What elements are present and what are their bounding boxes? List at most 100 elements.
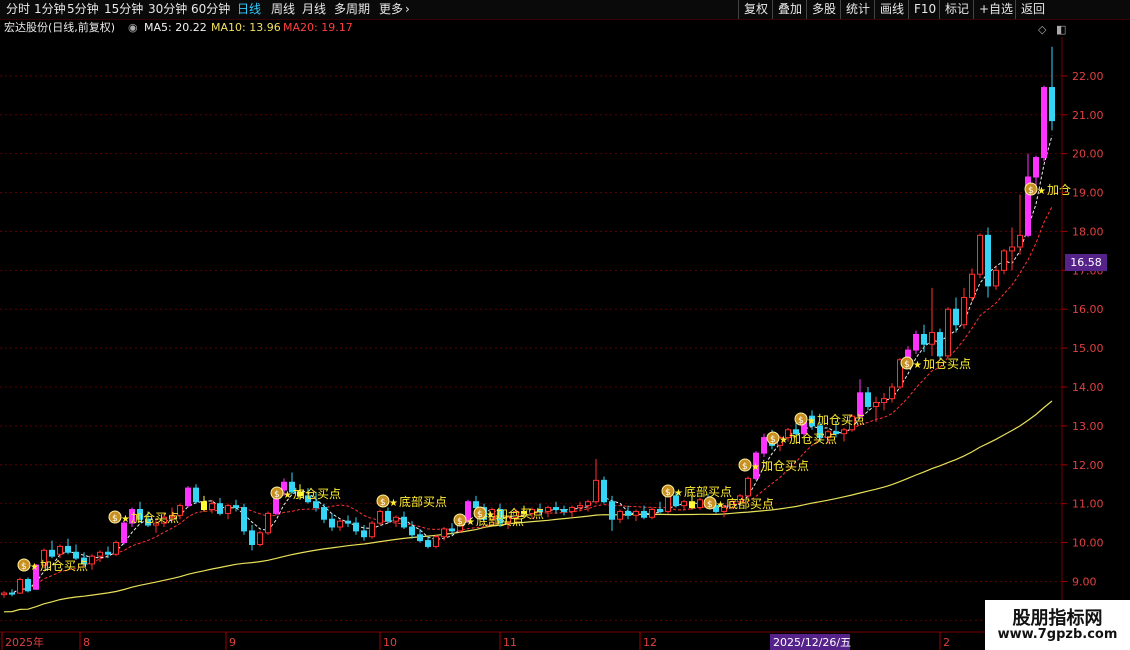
candle-body — [937, 332, 943, 357]
star-icon: ★ — [674, 488, 683, 499]
candle-body — [201, 501, 207, 511]
statistics-button[interactable]: 统计 — [840, 0, 875, 19]
candle-body — [313, 501, 319, 509]
site-logo: 股朋指标网 www.7gpzb.com — [985, 600, 1130, 650]
kline-chart[interactable]: $ ★ 加仓买点$ ★ 加仓买点$ ★ 加仓买点$ ★ 底部买点$ ★ 底部买点$ ★ 加仓买点$ ★ 底部… — [0, 37, 1130, 650]
period-tab-30min[interactable]: 30分钟 — [148, 1, 187, 18]
indicator-info-bar: 宏达股份(日线,前复权) ◉ MA5: 20.22 MA10: 13.96 MA… — [0, 20, 1060, 36]
candle-body — [433, 536, 439, 547]
x-tick-label: 2025年 — [5, 635, 44, 649]
candle-body — [73, 551, 79, 559]
price-grid — [0, 75, 1062, 621]
star-icon: ★ — [389, 498, 398, 509]
settings-circle-icon[interactable]: ◉ — [128, 20, 138, 36]
dollar-glyph: $ — [707, 500, 713, 510]
candle-body — [265, 512, 271, 534]
ma20-label: MA20: 19.17 — [283, 21, 353, 34]
period-tab-5min[interactable]: 5分钟 — [67, 1, 99, 18]
candle-body — [329, 518, 335, 528]
candle-body — [281, 481, 287, 491]
candle-body — [1, 592, 7, 596]
period-tab-15min[interactable]: 15分钟 — [104, 1, 143, 18]
candle-body — [321, 507, 327, 520]
star-icon: ★ — [779, 435, 788, 446]
period-tab-60min[interactable]: 60分钟 — [191, 1, 230, 18]
candle-body — [593, 479, 599, 503]
period-tab-timeshare[interactable]: 分时 — [6, 1, 30, 18]
candle-body — [689, 501, 695, 509]
candle-body — [401, 516, 407, 528]
candle-body — [369, 522, 375, 538]
signal-label: 加仓买点 — [789, 432, 837, 446]
ma-red-line — [3, 206, 1053, 595]
candle-body — [473, 501, 479, 509]
period-tab-1min[interactable]: 1分钟 — [34, 1, 66, 18]
multi-stock-button[interactable]: 多股 — [806, 0, 841, 19]
draw-line-button[interactable]: 画线 — [874, 0, 909, 19]
adjust-button[interactable]: 复权 — [738, 0, 773, 19]
period-toolbar: 分时 1分钟 5分钟 15分钟 30分钟 60分钟 日线 周线 月线 多周期 更… — [0, 0, 1130, 20]
signal-label: 底部买点 — [399, 494, 447, 509]
x-tick-label: 10 — [383, 636, 397, 649]
back-button[interactable]: 返回 — [1015, 0, 1050, 19]
period-tab-daily[interactable]: 日线 — [237, 1, 261, 18]
star-icon: ★ — [121, 514, 130, 525]
period-tab-more[interactable]: 更多 — [379, 1, 403, 18]
signal-label: 加仓买点 — [131, 511, 179, 525]
x-tick-label: 2 — [943, 636, 950, 649]
candle-body — [257, 532, 263, 546]
y-tick-label: 22.00 — [1072, 70, 1104, 83]
y-tick-label: 9.00 — [1072, 575, 1097, 588]
candle-body — [1033, 157, 1039, 178]
candle-body — [241, 507, 247, 532]
x-tick-label: 8 — [83, 636, 90, 649]
y-tick-label: 15.00 — [1072, 342, 1104, 355]
candle-body — [409, 526, 415, 536]
dollar-glyph: $ — [380, 498, 386, 508]
candle-body — [49, 549, 55, 557]
buy-signals: $ ★ 加仓买点$ ★ 加仓买点$ ★ 加仓买点$ ★ 底部买点$ ★ 底部买点$ ★ 加仓买点$ ★ 底部… — [17, 182, 1071, 573]
y-tick-label: 10.00 — [1072, 537, 1104, 550]
candle-body — [633, 510, 639, 516]
star-icon: ★ — [751, 462, 760, 473]
f10-button[interactable]: F10 — [908, 0, 941, 19]
candle-body — [441, 528, 447, 538]
add-watchlist-button[interactable]: +自选 — [973, 0, 1018, 19]
star-icon: ★ — [716, 500, 725, 511]
signal-label: 加仓 — [1047, 183, 1071, 197]
candle-body — [337, 520, 343, 528]
candle-body — [1041, 87, 1047, 159]
candle-body — [657, 509, 663, 512]
candle-body — [225, 505, 231, 514]
period-tab-multi[interactable]: 多周期 — [334, 1, 370, 18]
candle-body — [417, 534, 423, 542]
period-tab-weekly[interactable]: 周线 — [271, 1, 295, 18]
stock-title: 宏达股份(日线,前复权) — [4, 21, 116, 34]
signal-label: 加仓买点 — [496, 507, 544, 521]
candle-body — [881, 398, 887, 404]
cursor-date-label: 2025/12/26/五 — [773, 636, 851, 649]
window-toggle-icon[interactable]: ◧ — [1056, 23, 1066, 36]
candle-body — [393, 516, 399, 522]
candle-body — [1017, 234, 1023, 248]
chevron-right-icon[interactable]: › — [405, 1, 410, 18]
star-icon: ★ — [807, 416, 816, 427]
diamond-icon[interactable]: ◇ — [1038, 23, 1046, 36]
signal-label: 底部买点 — [684, 484, 732, 499]
candle-body — [969, 273, 975, 299]
period-tab-monthly[interactable]: 月线 — [302, 1, 326, 18]
candle-body — [569, 507, 575, 512]
candle-body — [873, 402, 879, 407]
candle-body — [697, 499, 703, 509]
mark-button[interactable]: 标记 — [939, 0, 974, 19]
candle-body — [977, 234, 983, 275]
candle-body — [449, 528, 455, 532]
candle-body — [761, 437, 767, 454]
panel-controls: ◇ ◧ — [1038, 23, 1066, 36]
candle-body — [385, 510, 391, 522]
overlay-button[interactable]: 叠加 — [772, 0, 807, 19]
y-tick-label: 21.00 — [1072, 109, 1104, 122]
candle-body — [209, 503, 215, 510]
candle-body — [121, 522, 127, 544]
dollar-glyph: $ — [21, 562, 27, 572]
